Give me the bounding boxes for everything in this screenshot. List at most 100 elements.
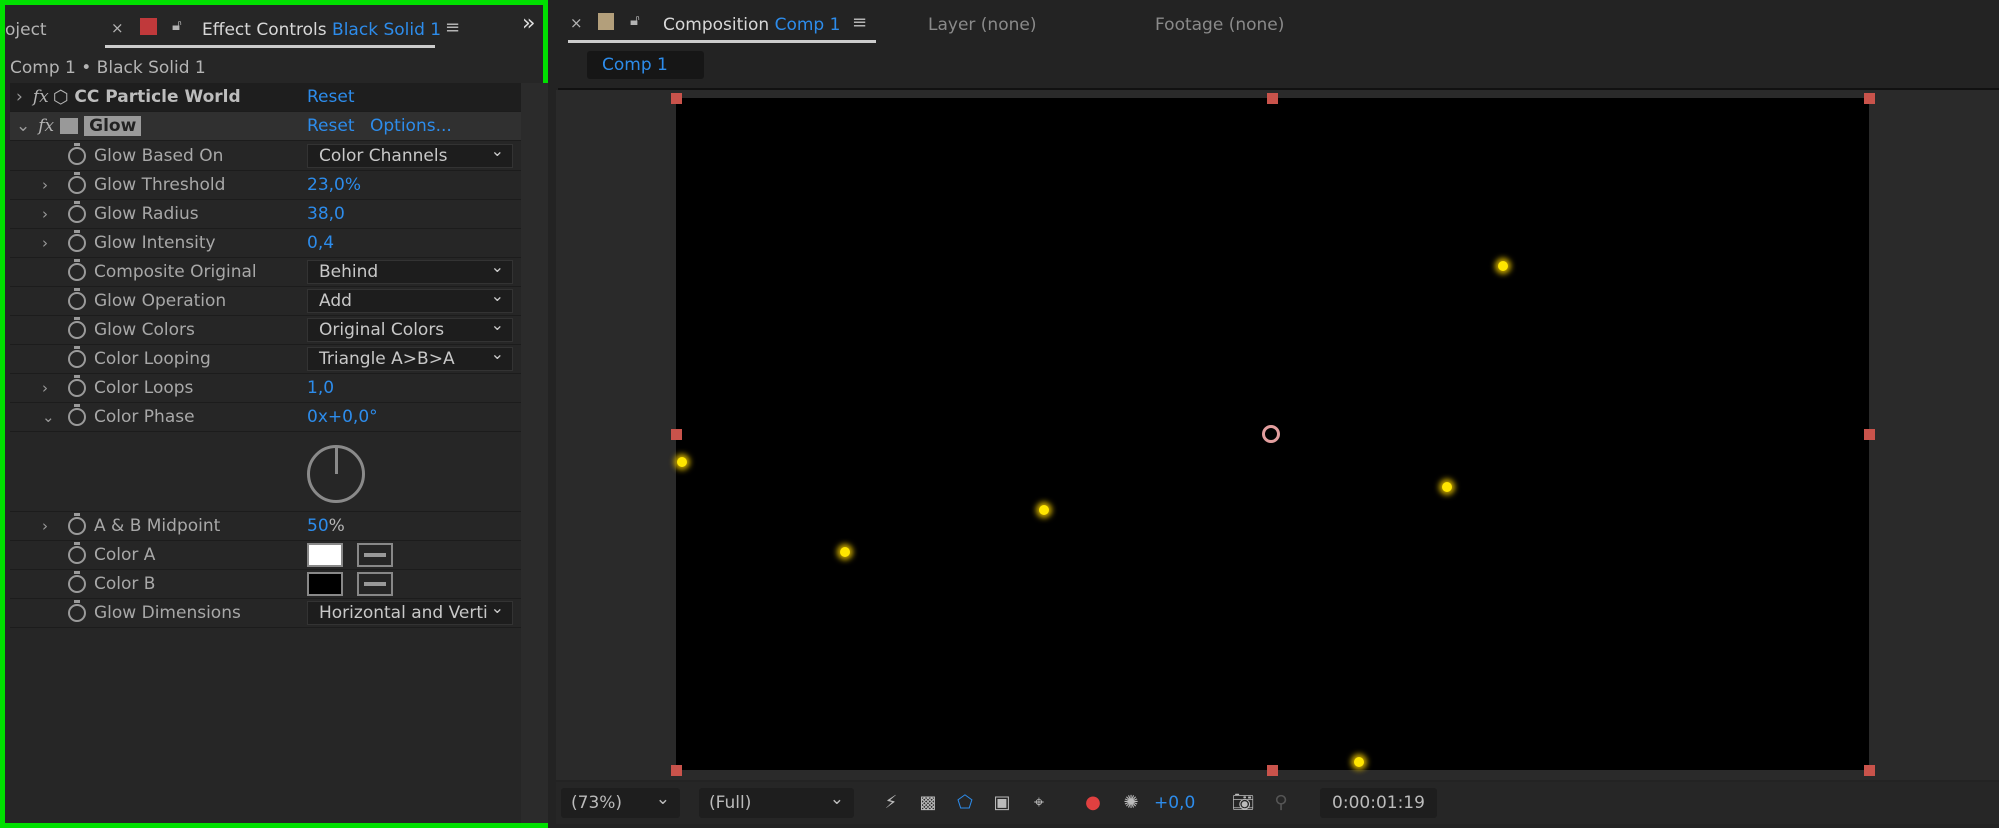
fast-previews-icon[interactable]: ⚡︎ bbox=[879, 792, 903, 814]
stopwatch-icon[interactable] bbox=[68, 542, 86, 564]
stopwatch-icon[interactable] bbox=[68, 288, 86, 310]
layer-handle[interactable] bbox=[671, 93, 682, 104]
resolution-dropdown[interactable]: (Full) ⌄ bbox=[699, 788, 854, 818]
property-row: Color Looping Triangle A>B>A bbox=[10, 345, 521, 374]
layer-handle[interactable] bbox=[671, 429, 682, 440]
color-swatch[interactable] bbox=[307, 572, 343, 596]
color-swatch[interactable] bbox=[307, 543, 343, 567]
lock-icon[interactable]: 🔓︎ bbox=[172, 16, 182, 34]
region-of-interest-icon[interactable]: ▣ bbox=[990, 792, 1014, 814]
color-phase-dial-row bbox=[10, 432, 521, 512]
property-label: Color A bbox=[94, 545, 156, 565]
anchor-point-icon[interactable] bbox=[1262, 425, 1280, 443]
property-row: › Glow Intensity 0,4 bbox=[10, 229, 521, 258]
effect-cc-particle-world[interactable]: › fx ⬡ CC Particle World Reset bbox=[10, 83, 521, 112]
mask-path-visibility-icon[interactable]: ⬠ bbox=[953, 792, 977, 814]
tab-effect-controls[interactable]: Effect Controls Black Solid 1 bbox=[202, 15, 441, 45]
scrollbar[interactable] bbox=[521, 83, 548, 823]
stopwatch-icon[interactable] bbox=[68, 513, 86, 535]
stopwatch-icon[interactable] bbox=[68, 346, 86, 368]
property-dropdown[interactable]: Behind bbox=[307, 260, 513, 284]
reset-button[interactable]: Reset bbox=[307, 116, 355, 136]
property-dropdown[interactable]: Triangle A>B>A bbox=[307, 347, 513, 371]
property-dropdown[interactable]: Horizontal and Verti bbox=[307, 601, 513, 625]
active-tab-underline bbox=[105, 45, 435, 48]
lock-icon[interactable]: 🔓︎ bbox=[630, 11, 640, 29]
property-value[interactable]: 0x+0,0° bbox=[307, 407, 378, 427]
layer-handle[interactable] bbox=[1864, 765, 1875, 776]
stopwatch-icon[interactable] bbox=[68, 230, 86, 252]
stopwatch-icon[interactable] bbox=[68, 172, 86, 194]
eyedropper-icon[interactable] bbox=[357, 543, 393, 567]
tab-layer[interactable]: Layer (none) bbox=[928, 10, 1036, 40]
cube-icon: ⬡ bbox=[52, 86, 69, 108]
angle-dial[interactable] bbox=[307, 445, 365, 503]
magnification-dropdown[interactable]: (73%) ⌄ bbox=[561, 788, 680, 818]
glowing-particle bbox=[1039, 505, 1049, 515]
eyedropper-icon[interactable] bbox=[357, 572, 393, 596]
property-value[interactable]: 50% bbox=[307, 516, 345, 536]
stopwatch-icon[interactable] bbox=[68, 143, 86, 165]
current-time-display[interactable]: 0:00:01:19 bbox=[1320, 788, 1437, 818]
property-dropdown[interactable]: Color Channels bbox=[307, 144, 513, 168]
stopwatch-icon[interactable] bbox=[68, 317, 86, 339]
exposure-value[interactable]: +0,0 bbox=[1154, 793, 1195, 813]
options-button[interactable]: Options... bbox=[370, 116, 452, 136]
snapshot-camera-icon[interactable]: 📷︎ bbox=[1231, 792, 1255, 814]
show-channel-icon[interactable]: ● bbox=[1081, 792, 1105, 814]
layer-color-swatch bbox=[140, 18, 157, 35]
property-label: Color Looping bbox=[94, 349, 211, 369]
tab-footage[interactable]: Footage (none) bbox=[1155, 10, 1284, 40]
property-dropdown[interactable]: Add bbox=[307, 289, 513, 313]
twirl-chevron-icon[interactable]: ⌄ bbox=[42, 408, 56, 426]
layer-handle[interactable] bbox=[671, 765, 682, 776]
twirl-chevron-icon[interactable]: › bbox=[42, 379, 56, 397]
panel-menu-icon[interactable]: ≡ bbox=[445, 17, 460, 38]
twirl-chevron-icon[interactable]: › bbox=[42, 517, 56, 535]
effect-glow[interactable]: ⌄ fx Glow Reset Options... bbox=[10, 112, 521, 141]
property-row: › A & B Midpoint 50% bbox=[10, 512, 521, 541]
effect-name: CC Particle World bbox=[74, 87, 241, 107]
guides-grid-icon[interactable]: ⌖ bbox=[1027, 792, 1051, 814]
twirl-chevron-icon[interactable]: › bbox=[42, 176, 56, 194]
layer-handle[interactable] bbox=[1864, 429, 1875, 440]
layer-handle[interactable] bbox=[1267, 93, 1278, 104]
property-value[interactable]: 23,0% bbox=[307, 175, 361, 195]
glowing-particle bbox=[840, 547, 850, 557]
property-value[interactable]: 0,4 bbox=[307, 233, 334, 253]
show-snapshot-icon[interactable]: ⚲ bbox=[1269, 792, 1293, 814]
tab-composition[interactable]: Composition Comp 1 bbox=[663, 10, 840, 40]
overflow-icon[interactable]: » bbox=[522, 11, 535, 36]
panel-menu-icon[interactable]: ≡ bbox=[852, 12, 867, 33]
stopwatch-icon[interactable] bbox=[68, 259, 86, 281]
close-icon[interactable]: × bbox=[570, 14, 583, 32]
reset-button[interactable]: Reset bbox=[307, 87, 355, 107]
stopwatch-icon[interactable] bbox=[68, 600, 86, 622]
stopwatch-icon[interactable] bbox=[68, 571, 86, 593]
comp-navigator-button[interactable]: Comp 1 bbox=[587, 51, 704, 79]
property-value[interactable]: 38,0 bbox=[307, 204, 345, 224]
twirl-chevron-icon[interactable]: › bbox=[42, 234, 56, 252]
transparency-grid-icon[interactable]: ▩ bbox=[916, 792, 940, 814]
expand-chevron-icon[interactable]: › bbox=[16, 87, 23, 107]
stopwatch-icon[interactable] bbox=[68, 404, 86, 426]
close-icon[interactable]: × bbox=[111, 19, 124, 37]
property-label: Color Loops bbox=[94, 378, 194, 398]
tab-project[interactable]: oject bbox=[5, 15, 47, 45]
property-label: Glow Dimensions bbox=[94, 603, 241, 623]
layer-handle[interactable] bbox=[1267, 765, 1278, 776]
exposure-icon[interactable]: ✺ bbox=[1119, 792, 1143, 814]
property-label: Glow Radius bbox=[94, 204, 199, 224]
property-dropdown[interactable]: Original Colors bbox=[307, 318, 513, 342]
stopwatch-icon[interactable] bbox=[68, 375, 86, 397]
property-label: Color B bbox=[94, 574, 156, 594]
twirl-chevron-icon[interactable]: › bbox=[42, 205, 56, 223]
collapse-chevron-icon[interactable]: ⌄ bbox=[16, 116, 30, 136]
fx-toggle-icon[interactable]: fx bbox=[33, 87, 49, 107]
property-value[interactable]: 1,0 bbox=[307, 378, 334, 398]
stopwatch-icon[interactable] bbox=[68, 201, 86, 223]
glowing-particle bbox=[677, 457, 687, 467]
fx-toggle-icon[interactable]: fx bbox=[38, 116, 54, 136]
property-row: Glow Based On Color Channels bbox=[10, 142, 521, 171]
layer-handle[interactable] bbox=[1864, 93, 1875, 104]
